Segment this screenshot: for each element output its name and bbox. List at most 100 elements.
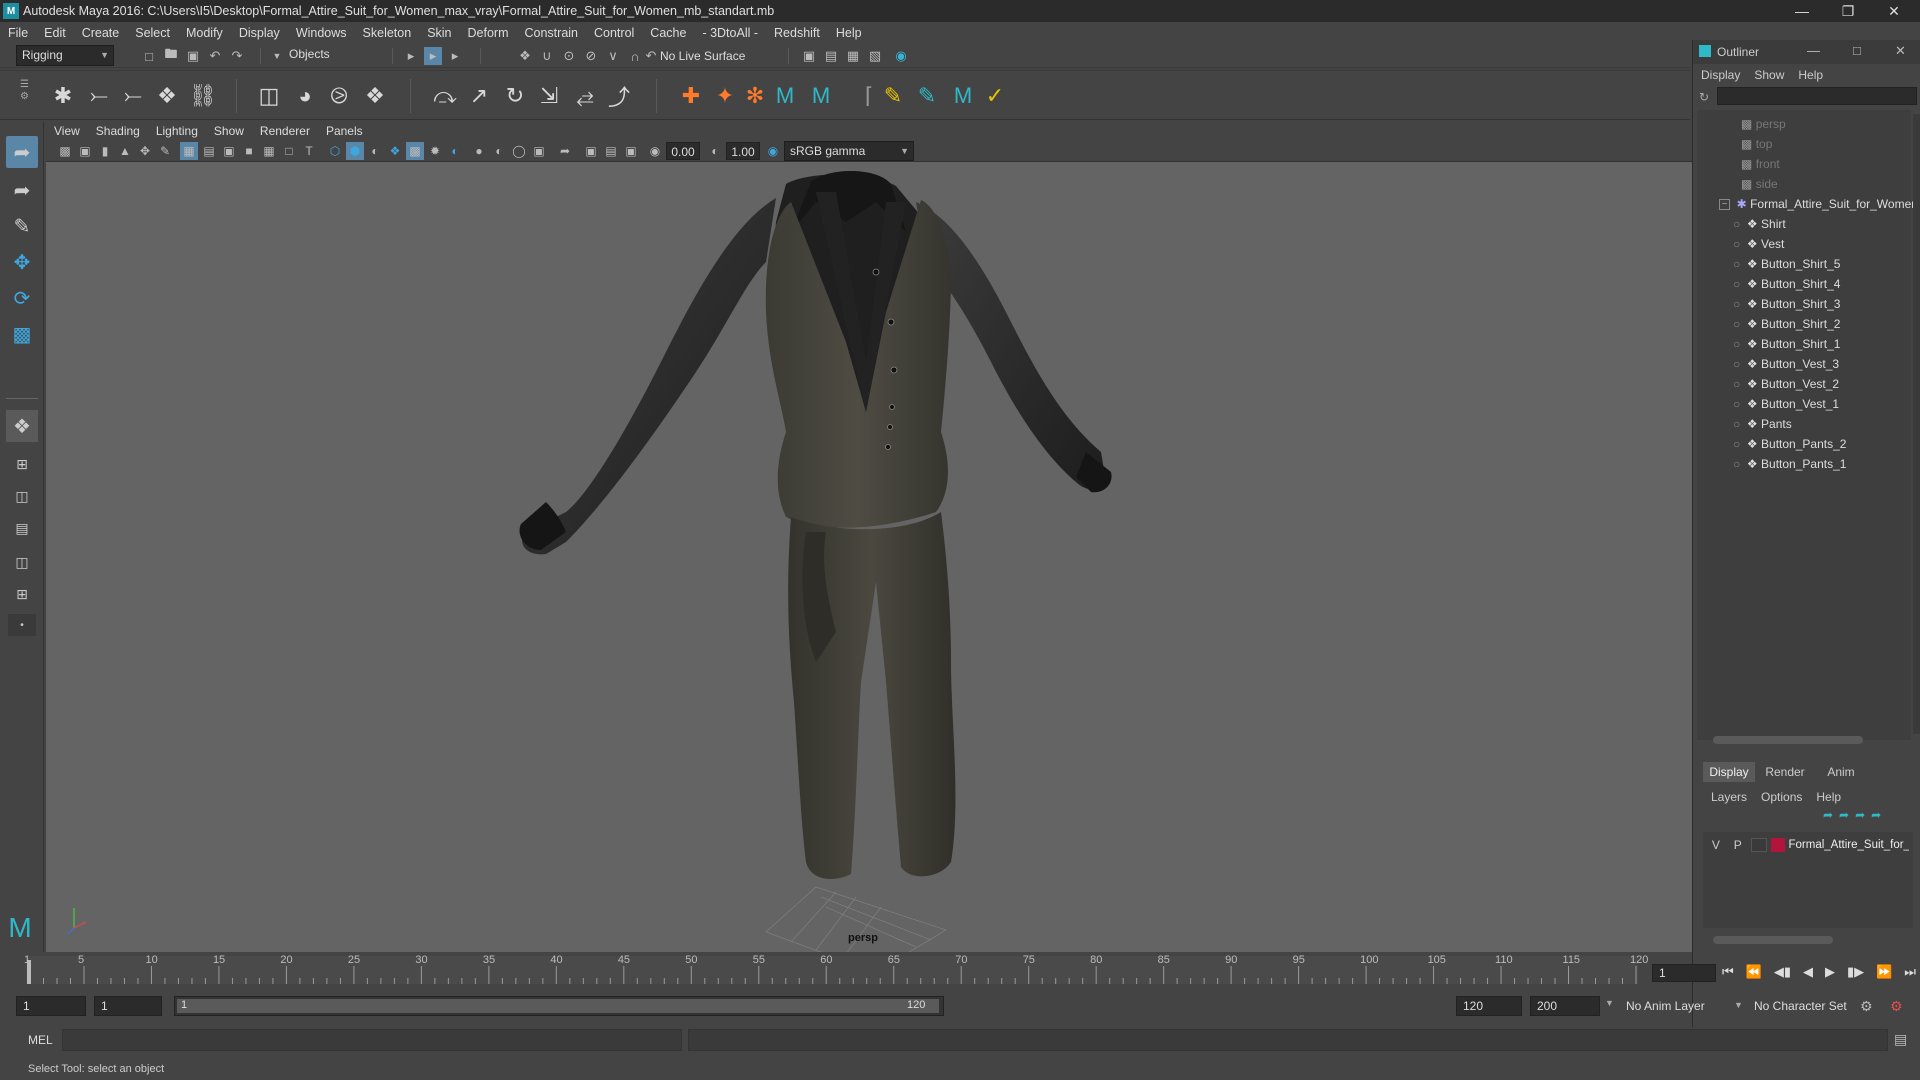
menu-display[interactable]: Display <box>231 26 288 40</box>
set-key-icon[interactable]: ✻ <box>740 81 770 111</box>
select-hierarchy-icon[interactable]: ▸ <box>402 47 420 65</box>
joint-tool-icon[interactable]: ✱ <box>48 81 78 111</box>
script-editor-icon[interactable]: ▤ <box>1894 1031 1907 1048</box>
maya-home-logo-icon[interactable]: M <box>4 912 36 944</box>
use-default-material-icon[interactable]: ◐ <box>366 142 384 160</box>
snap-grid-icon[interactable]: ❖ <box>516 47 534 65</box>
xray-components-icon[interactable]: ▣ <box>622 142 640 160</box>
menu-file[interactable]: File <box>0 26 36 40</box>
use-all-lights-icon[interactable]: ✹ <box>426 142 444 160</box>
camera-attributes-icon[interactable]: ▣ <box>76 142 94 160</box>
persp-hypershade-layout-icon[interactable]: ◫ <box>6 546 38 578</box>
pole-vector-icon[interactable]: ⤴ <box>604 81 634 111</box>
playback-start-field[interactable]: 1 <box>94 996 162 1016</box>
film-gate-icon[interactable]: ▤ <box>200 142 218 160</box>
chevron-down-icon[interactable]: ▼ <box>1734 1000 1743 1010</box>
wireframe-icon[interactable]: ⬡ <box>326 142 344 160</box>
screen-space-ao-icon[interactable]: ● <box>470 142 488 160</box>
resolution-gate-icon[interactable]: ▣ <box>220 142 238 160</box>
xray-icon[interactable]: ▣ <box>582 142 600 160</box>
field-chart-icon[interactable]: ▦ <box>260 142 278 160</box>
panel-menu-renderer[interactable]: Renderer <box>252 124 318 138</box>
perspective-viewport[interactable]: persp <box>46 162 1692 952</box>
new-scene-icon[interactable]: □ <box>140 47 158 65</box>
layer-tab-render[interactable]: Render <box>1759 762 1811 782</box>
wireframe-on-shaded-icon[interactable]: ❖ <box>386 142 404 160</box>
gamma-icon[interactable]: ◐ <box>706 142 724 160</box>
hik-icon[interactable]: M <box>770 81 800 111</box>
menu-cache[interactable]: Cache <box>642 26 694 40</box>
aim-constraint-icon[interactable]: ↗ <box>464 81 494 111</box>
hypershade-icon[interactable]: ◉ <box>892 47 910 65</box>
snap-view-plane-icon[interactable]: ⊘ <box>582 47 600 65</box>
menu-3dtoall[interactable]: - 3DtoAll - <box>694 26 766 40</box>
safe-title-icon[interactable]: T <box>300 142 318 160</box>
tree-item-child[interactable]: ○ ❖ Button_Pants_1 <box>1733 454 1846 474</box>
layer-row[interactable]: V P Formal_Attire_Suit_for_ <box>1707 836 1909 854</box>
parent-constraint-icon[interactable]: ⥄ <box>570 81 600 111</box>
menu-select[interactable]: Select <box>127 26 178 40</box>
layout-more-icon[interactable]: • <box>8 614 36 636</box>
layer-tab-display[interactable]: Display <box>1703 762 1755 782</box>
redo-icon[interactable]: ↷ <box>228 47 246 65</box>
tree-item-child[interactable]: ○ ❖ Vest <box>1733 234 1784 254</box>
brush-icon[interactable]: ✎ <box>912 81 942 111</box>
outliner-menu-help[interactable]: Help <box>1790 68 1831 82</box>
tree-item-child[interactable]: ○ ❖ Button_Vest_3 <box>1733 354 1839 374</box>
ik-handle-icon[interactable]: ⤚ <box>84 81 114 111</box>
2d-pan-zoom-icon[interactable]: ✥ <box>136 142 154 160</box>
command-input[interactable] <box>62 1029 682 1051</box>
refresh-icon[interactable]: ↻ <box>1699 90 1713 104</box>
sculpt-icon[interactable]: ✎ <box>878 81 908 111</box>
restore-icon[interactable]: ❐ <box>1826 0 1870 22</box>
anim-layer-dropdown[interactable]: No Anim Layer <box>1620 996 1736 1016</box>
menu-help[interactable]: Help <box>828 26 870 40</box>
selection-mode-dropdown[interactable]: Objects <box>284 45 384 66</box>
layer-playback-toggle[interactable]: P <box>1729 838 1747 852</box>
color-space-dropdown[interactable]: sRGB gamma ▼ <box>784 141 914 161</box>
isolate-select-icon[interactable]: ➦ <box>556 142 574 160</box>
orient-constraint-icon[interactable]: ↻ <box>500 81 530 111</box>
persp-outliner-layout-icon[interactable]: ◫ <box>6 480 38 512</box>
save-scene-icon[interactable]: ▣ <box>184 47 202 65</box>
auto-key-icon[interactable]: ⚙ <box>1860 998 1873 1015</box>
layer-horizontal-scrollbar[interactable] <box>1713 936 1833 944</box>
play-backwards-icon[interactable]: ◀ <box>1803 964 1813 980</box>
shelf-options-icon[interactable]: ☰ ⚙ <box>20 79 30 115</box>
bookmark-icon[interactable]: ▮ <box>96 142 114 160</box>
persp-uv-layout-icon[interactable]: ⊞ <box>6 578 38 610</box>
hik-control-icon[interactable]: M <box>806 81 836 111</box>
outliner-vertical-scrollbar[interactable] <box>1913 114 1920 734</box>
checkmark-icon[interactable]: ✓ <box>980 81 1010 111</box>
key-tangent-icon[interactable]: ✦ <box>710 81 740 111</box>
wrap-icon[interactable]: ⧁ <box>324 81 354 111</box>
bind-skin-icon[interactable]: ⛓ <box>188 81 218 111</box>
tree-item-child[interactable]: ○ ❖ Pants <box>1733 414 1792 434</box>
minimize-icon[interactable]: — <box>1780 0 1824 22</box>
panel-menu-view[interactable]: View <box>46 124 88 138</box>
render-frame-icon[interactable]: ▤ <box>822 47 840 65</box>
rotate-tool-icon[interactable]: ⟳ <box>6 282 38 314</box>
scale-constraint-icon[interactable]: ⇲ <box>534 81 564 111</box>
safe-action-icon[interactable]: □ <box>280 142 298 160</box>
gamma-field[interactable]: 1.00 <box>726 142 760 160</box>
single-perspective-view-icon[interactable]: ❖ <box>6 410 38 442</box>
step-forward-frame-icon[interactable]: ▮▶ <box>1847 964 1864 980</box>
four-view-layout-icon[interactable]: ⊞ <box>6 448 38 480</box>
lattice-icon[interactable]: ◕ <box>290 81 320 111</box>
menu-skin[interactable]: Skin <box>419 26 459 40</box>
step-forward-key-icon[interactable]: ⏩ <box>1876 964 1892 980</box>
tree-item-child[interactable]: ○ ❖ Button_Shirt_4 <box>1733 274 1840 294</box>
scale-tool-icon[interactable]: ▩ <box>6 318 38 350</box>
tree-item-child[interactable]: ○ ❖ Button_Shirt_2 <box>1733 314 1840 334</box>
layer-menu-help[interactable]: Help <box>1808 790 1849 804</box>
shadows-icon[interactable]: ◐ <box>446 142 464 160</box>
anti-aliasing-icon[interactable]: ◯ <box>510 142 528 160</box>
ik-spline-icon[interactable]: ⤚ <box>118 81 148 111</box>
select-component-icon[interactable]: ▸ <box>446 47 464 65</box>
layer-menu-layers[interactable]: Layers <box>1703 790 1755 804</box>
tree-item-front[interactable]: ▩ front <box>1741 154 1780 174</box>
panel-menu-panels[interactable]: Panels <box>318 124 371 138</box>
image-plane-icon[interactable]: ▲ <box>116 142 134 160</box>
outliner-search-input[interactable] <box>1717 87 1917 105</box>
